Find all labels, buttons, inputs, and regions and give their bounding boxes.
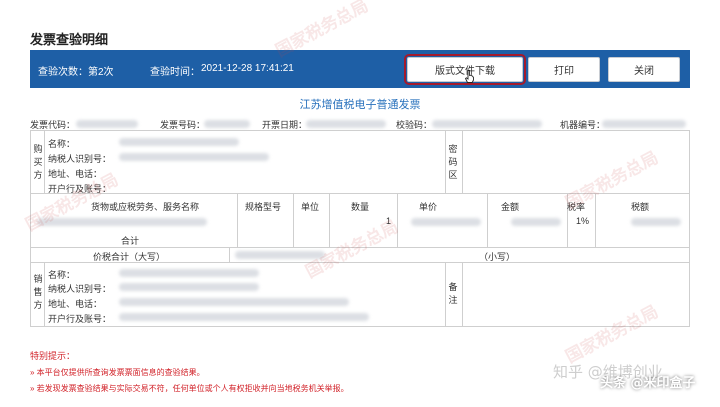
remark-label: 备注 xyxy=(448,282,458,305)
buyer-tax-id-label: 纳税人识别号： xyxy=(48,154,112,164)
notice-item: » 若发现发票查验结果与实际交易不符，任何单位或个人有权拒收并向当地税务机关举报… xyxy=(30,384,349,393)
seller-tax-id-label: 纳税人识别号： xyxy=(48,284,112,294)
col-header-unit: 单位 xyxy=(301,202,320,212)
seller-bank-label: 开户行及账号： xyxy=(48,314,112,324)
col-header-spec: 规格型号 xyxy=(245,202,282,212)
check-count: 查验次数：第2次 xyxy=(38,67,114,78)
toutiao-watermark: 头条 @米印盒子 xyxy=(600,376,696,391)
notice-title: 特别提示： xyxy=(30,351,76,361)
item-quantity: 1 xyxy=(386,216,392,226)
total-uppercase-redacted xyxy=(235,251,325,259)
invoice-code-value-redacted xyxy=(76,120,138,128)
invoice-title: 江苏增值税电子普通发票 xyxy=(299,99,421,111)
item-tax-redacted xyxy=(631,218,681,226)
buyer-section-label: 购买方 xyxy=(33,144,43,180)
buyer-name-label: 名称： xyxy=(48,139,76,149)
seller-address-redacted xyxy=(119,298,349,306)
seller-tax-id-redacted xyxy=(119,283,259,291)
buyer-name-redacted xyxy=(119,138,239,146)
seller-address-label: 地址、电话： xyxy=(48,299,103,309)
items-table: 货物或应税劳务、服务名称 规格型号 单位 数量 单价 金额 税率 税额 1 1%… xyxy=(30,194,690,248)
col-header-quantity: 数量 xyxy=(351,202,370,212)
print-button[interactable]: 打印 xyxy=(528,57,600,82)
total-row: 价税合计（大写） （小写） xyxy=(30,248,690,263)
check-time-value: 2021-12-28 17:41:21 xyxy=(201,63,294,74)
total-uppercase-label: 价税合计（大写） xyxy=(93,252,166,262)
hand-cursor-icon xyxy=(465,70,474,83)
download-layout-file-button[interactable]: 版式文件下载 xyxy=(404,54,526,85)
close-button[interactable]: 关闭 xyxy=(608,57,680,82)
page-title: 发票查验明细 xyxy=(30,32,109,47)
check-time-label: 查验时间： xyxy=(150,67,200,78)
col-header-price: 单价 xyxy=(419,202,438,212)
close-button-label: 关闭 xyxy=(634,66,654,77)
seller-name-redacted xyxy=(119,269,259,277)
seller-section-label: 销售方 xyxy=(33,274,43,310)
issue-date-value-redacted xyxy=(306,120,386,128)
col-header-amount: 金额 xyxy=(501,202,520,212)
item-name-redacted xyxy=(37,218,207,226)
notice-item: » 本平台仅提供所查询发票票面信息的查验结果。 xyxy=(30,368,205,377)
seller-name-label: 名称： xyxy=(48,270,76,280)
item-tax-rate: 1% xyxy=(576,216,590,226)
buyer-address-label: 地址、电话： xyxy=(48,169,103,179)
subtotal-label: 合计 xyxy=(121,236,140,246)
print-button-label: 打印 xyxy=(554,66,574,77)
check-code-value-redacted xyxy=(432,120,542,128)
special-notice: 特别提示： » 本平台仅提供所查询发票票面信息的查验结果。 » 若发现发票查验结… xyxy=(30,349,349,394)
col-header-name: 货物或应税劳务、服务名称 xyxy=(91,202,200,212)
machine-number-value-redacted xyxy=(602,120,686,128)
seller-bank-redacted xyxy=(119,313,369,321)
item-amount-redacted xyxy=(511,218,561,226)
total-small-label: （小写） xyxy=(479,252,516,262)
col-header-tax: 税额 xyxy=(631,202,650,212)
col-header-tax-rate: 税率 xyxy=(567,202,586,212)
buyer-section: 购买方 名称： 纳税人识别号： 地址、电话： 开户行及账号： 密码区 xyxy=(30,130,690,194)
item-price-redacted xyxy=(411,218,481,226)
cipher-area-label: 密码区 xyxy=(448,144,458,180)
result-header-bar: 查验次数：第2次 查验时间： 2021-12-28 17:41:21 版式文件下… xyxy=(30,50,690,88)
seller-section: 销售方 名称： 纳税人识别号： 地址、电话： 开户行及账号： 备注 xyxy=(30,263,690,327)
buyer-tax-id-redacted xyxy=(119,153,269,161)
invoice-number-value-redacted xyxy=(204,120,250,128)
